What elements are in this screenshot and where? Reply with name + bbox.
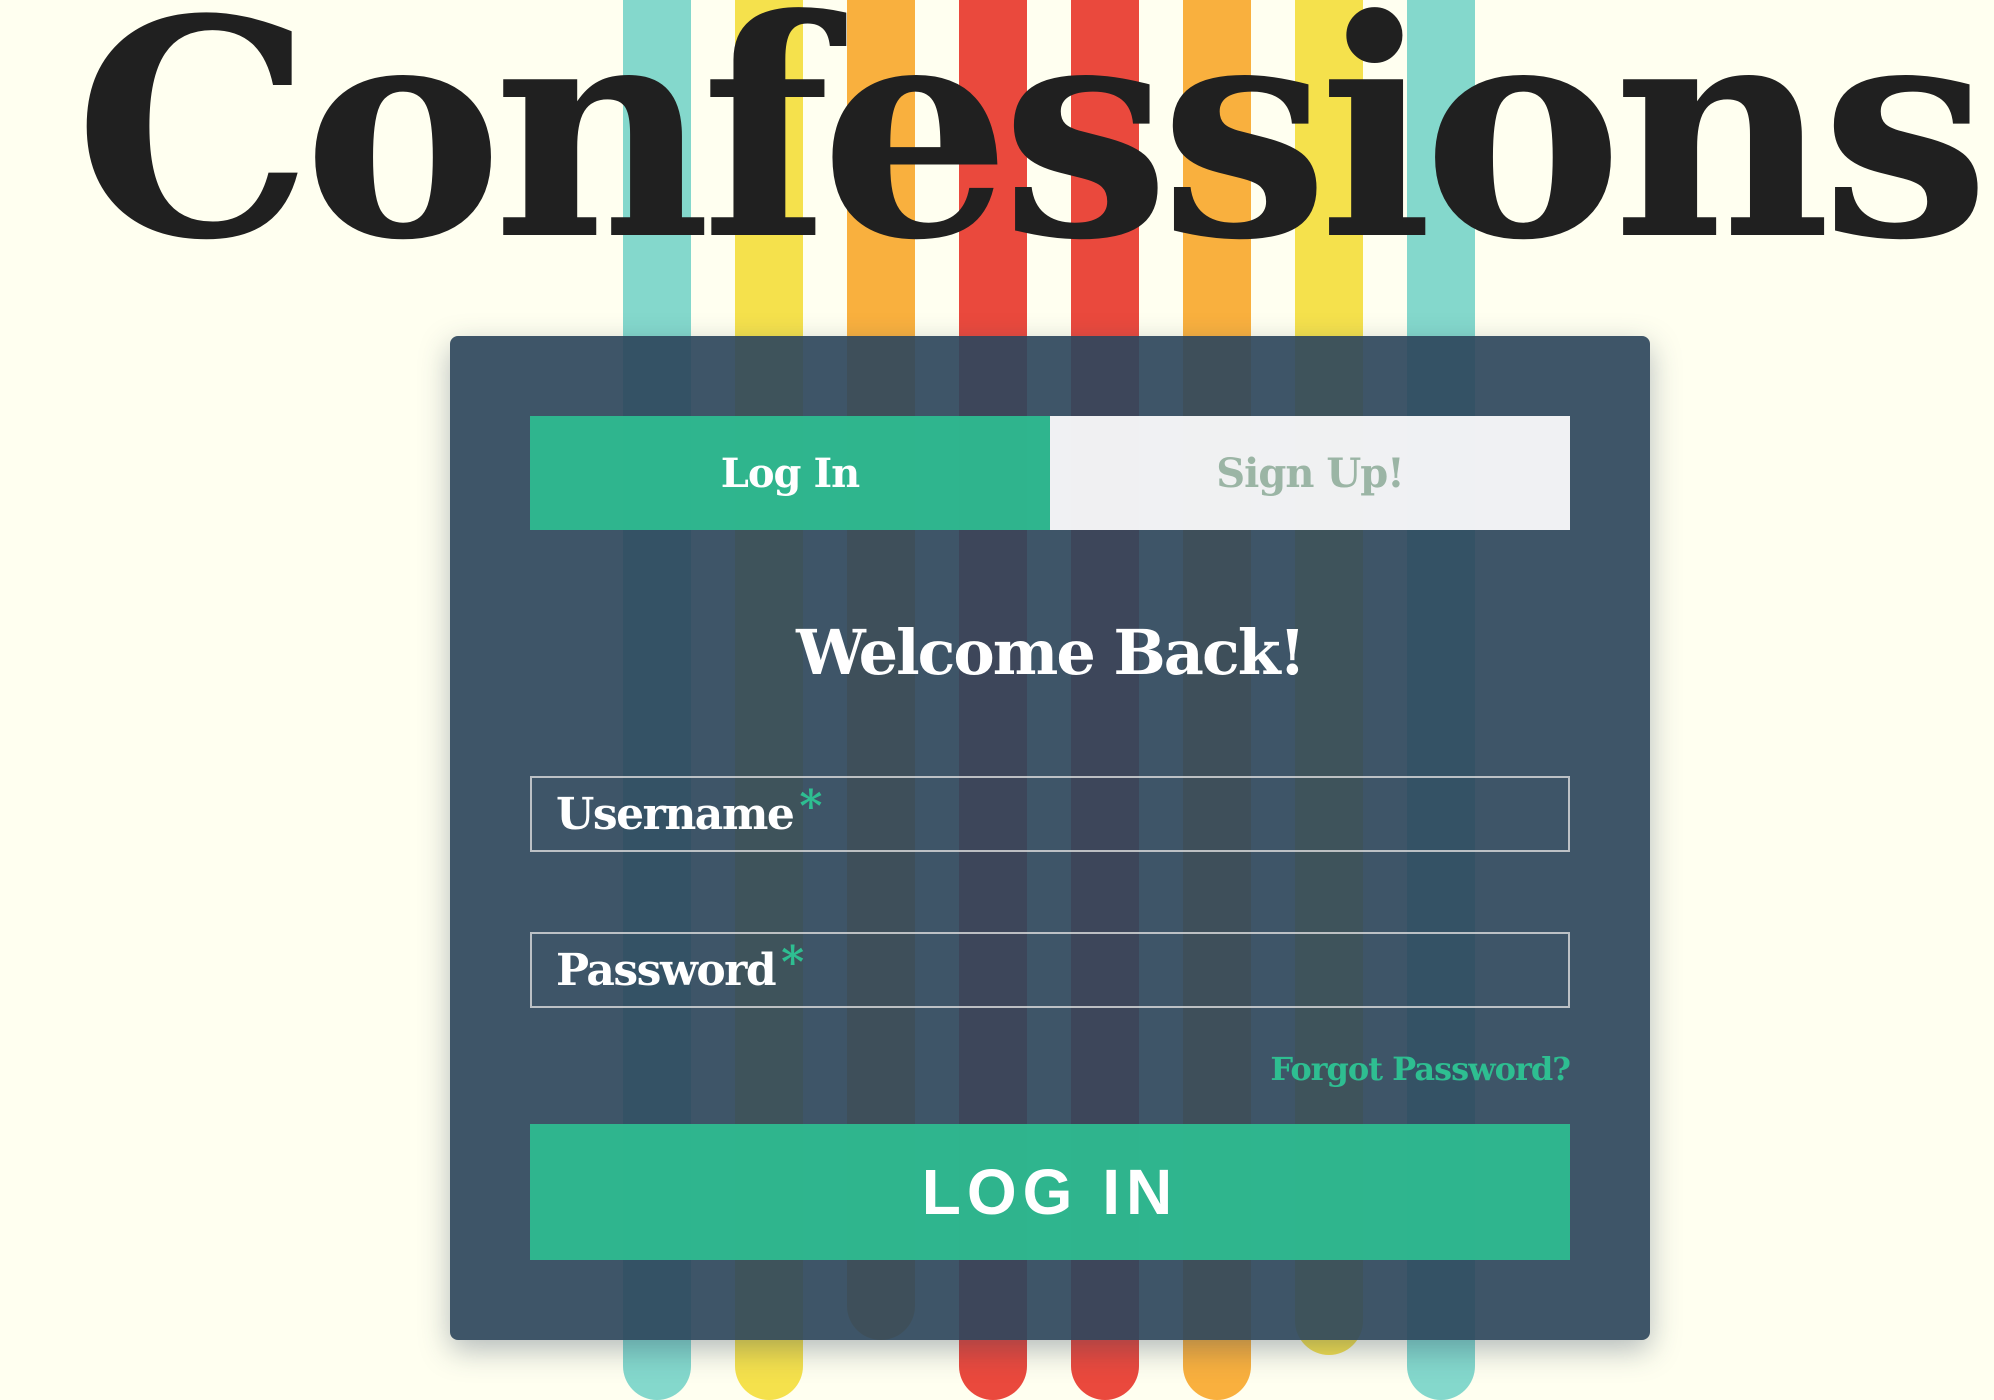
tab-log-in[interactable]: Log In <box>530 416 1050 530</box>
password-field[interactable]: Password * <box>530 932 1570 1008</box>
username-label: Username <box>556 788 795 840</box>
forgot-password-link[interactable]: Forgot Password? <box>1270 1050 1571 1088</box>
page: Confessions Log In Sign Up! Welcome Back… <box>0 0 1994 1400</box>
username-field[interactable]: Username * <box>530 776 1570 852</box>
welcome-heading: Welcome Back! <box>796 616 1306 689</box>
log-in-button[interactable]: LOG IN <box>530 1124 1570 1260</box>
required-asterisk-icon: * <box>781 936 805 988</box>
password-label: Password <box>556 944 777 996</box>
required-asterisk-icon: * <box>799 780 823 832</box>
auth-tabs: Log In Sign Up! <box>530 416 1570 530</box>
tab-sign-up[interactable]: Sign Up! <box>1050 416 1570 530</box>
app-title: Confessions <box>74 0 1990 306</box>
login-card: Log In Sign Up! Welcome Back! Username *… <box>450 336 1650 1340</box>
